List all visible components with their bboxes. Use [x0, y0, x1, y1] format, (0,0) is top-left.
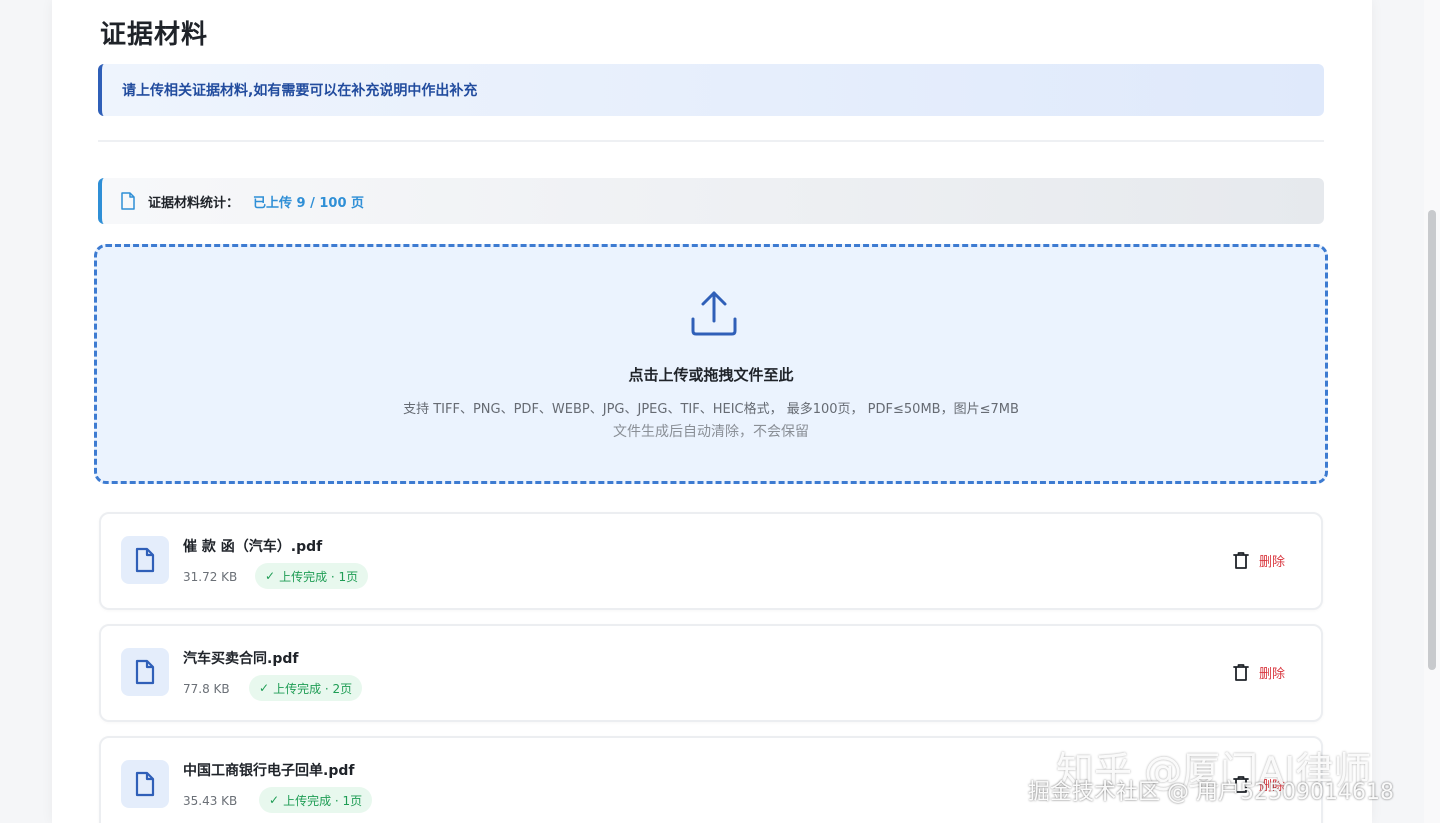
notice-text: 请上传相关证据材料,如有需要可以在补充说明中作出补充: [122, 83, 478, 99]
dropzone-hint: 支持 TIFF、PNG、PDF、WEBP、JPG、JPEG、TIF、HEIC格式…: [403, 402, 1019, 417]
trash-icon: [1233, 664, 1249, 681]
dropzone-note: 文件生成后自动清除，不会保留: [613, 424, 809, 440]
delete-button[interactable]: 删除: [1233, 551, 1285, 570]
check-icon: ✓: [265, 569, 276, 583]
status-text: 上传完成 · 1页: [283, 793, 363, 808]
file-name: 汽车买卖合同.pdf: [183, 651, 299, 667]
evidence-panel: 证据材料 请上传相关证据材料,如有需要可以在补充说明中作出补充 证据材料统计： …: [52, 0, 1372, 823]
check-icon: ✓: [269, 793, 280, 807]
delete-label: 删除: [1259, 667, 1286, 682]
scrollbar-thumb[interactable]: [1428, 210, 1436, 670]
delete-label: 删除: [1259, 555, 1286, 570]
dropzone-title: 点击上传或拖拽文件至此: [628, 366, 794, 384]
stats-bar: 证据材料统计： 已上传 9 / 100 页: [98, 178, 1324, 224]
pdf-file-icon: [135, 547, 155, 573]
file-size: 31.72 KB: [183, 570, 238, 584]
status-badge: ✓ 上传完成 · 1页: [255, 563, 369, 589]
page-title: 证据材料: [100, 20, 209, 50]
upload-dropzone[interactable]: 点击上传或拖拽文件至此 支持 TIFF、PNG、PDF、WEBP、JPG、JPE…: [94, 244, 1328, 484]
check-icon: ✓: [259, 681, 270, 695]
stats-value: 已上传 9 / 100 页: [253, 195, 365, 211]
upload-icon: [691, 291, 737, 336]
file-icon-box: [121, 536, 169, 584]
file-size: 35.43 KB: [183, 794, 238, 808]
divider: [98, 140, 1324, 142]
file-name: 中国工商银行电子回单.pdf: [183, 763, 355, 779]
pdf-file-icon: [135, 659, 155, 685]
status-badge: ✓ 上传完成 · 1页: [259, 787, 373, 813]
info-notice: 请上传相关证据材料,如有需要可以在补充说明中作出补充: [98, 64, 1324, 116]
trash-icon: [1233, 552, 1249, 569]
file-item: 催 款 函（汽车）.pdf 31.72 KB ✓ 上传完成 · 1页 删除: [99, 512, 1323, 610]
file-icon-box: [121, 648, 169, 696]
file-icon-box: [121, 760, 169, 808]
delete-button[interactable]: 删除: [1233, 663, 1285, 682]
status-badge: ✓ 上传完成 · 2页: [249, 675, 363, 701]
file-name: 催 款 函（汽车）.pdf: [183, 539, 323, 555]
document-icon: [121, 192, 135, 210]
status-text: 上传完成 · 2页: [273, 681, 353, 696]
pdf-file-icon: [135, 771, 155, 797]
status-text: 上传完成 · 1页: [279, 569, 359, 584]
watermark-juejin: 掘金技术社区 @ 用户52509014618: [1028, 780, 1394, 805]
stats-label: 证据材料统计：: [148, 195, 240, 211]
file-item: 汽车买卖合同.pdf 77.8 KB ✓ 上传完成 · 2页 删除: [99, 624, 1323, 722]
file-size: 77.8 KB: [183, 682, 230, 696]
